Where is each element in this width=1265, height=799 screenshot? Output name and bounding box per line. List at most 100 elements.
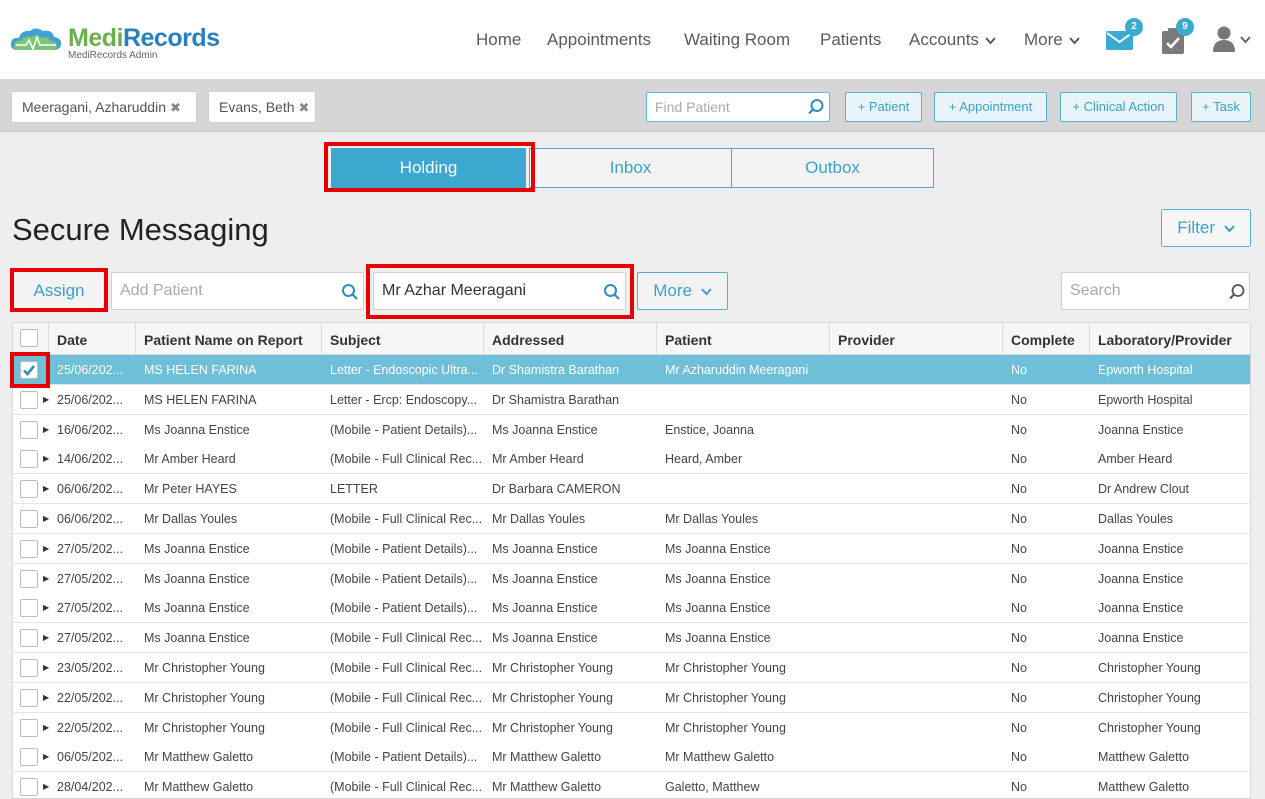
cell-patient: Mr Dallas Youles bbox=[665, 512, 759, 526]
row-checkbox[interactable] bbox=[20, 480, 38, 499]
row-checkbox[interactable] bbox=[20, 510, 38, 528]
column-header-laboratory-provider[interactable]: Laboratory/Provider bbox=[1090, 323, 1250, 355]
messages-button[interactable]: 2 bbox=[1105, 18, 1143, 54]
table-row[interactable]: ▶ 16/06/202... Ms Joanna Enstice (Mobile - … bbox=[13, 414, 1250, 445]
column-header-subject[interactable]: Subject bbox=[322, 323, 484, 355]
row-checkbox[interactable] bbox=[20, 659, 38, 677]
table-row[interactable]: ▶ 06/05/202... Mr Matthew Galetto (Mobile -… bbox=[13, 742, 1250, 773]
cell-lab: Matthew Galetto bbox=[1098, 750, 1190, 765]
row-checkbox[interactable] bbox=[20, 569, 38, 588]
table-row[interactable]: ▶ 27/05/202... Ms Joanna Enstice (Mobile - … bbox=[13, 533, 1250, 564]
cell-date: 22/05/202... bbox=[57, 690, 124, 705]
table-row[interactable]: ▶ 06/06/202... Mr Peter HAYES LETTER Dr Barb… bbox=[13, 474, 1250, 505]
tasks-button[interactable]: 9 bbox=[1160, 18, 1194, 54]
table-row[interactable]: ▶ 14/06/202... Mr Amber Heard (Mobile - Ful… bbox=[13, 444, 1250, 475]
table-row[interactable]: ▶ 27/05/202... Ms Joanna Enstice (Mobile - … bbox=[13, 623, 1250, 654]
cell-name: Mr Dallas Youles bbox=[144, 512, 238, 526]
add-patient-input[interactable] bbox=[120, 273, 330, 309]
row-checkbox[interactable] bbox=[20, 539, 38, 558]
cell-complete: No bbox=[1011, 780, 1027, 795]
cell-subject: (Mobile - Full Clinical Rec... bbox=[330, 512, 483, 526]
column-header-provider[interactable]: Provider bbox=[830, 323, 1003, 355]
cell-lab: Joanna Enstice bbox=[1098, 422, 1184, 437]
table-row[interactable]: ▶ 23/05/202... Mr Christopher Young (Mobile… bbox=[13, 653, 1250, 683]
patient-tab-meeragani[interactable]: Meeragani, Azharuddin ✖ bbox=[11, 91, 197, 123]
cell-date: 27/05/202... bbox=[57, 541, 124, 556]
filter-button[interactable]: Filter bbox=[1161, 209, 1251, 247]
column-header-patient[interactable]: Patient bbox=[657, 323, 830, 355]
cell-name: Mr Christopher Young bbox=[144, 661, 265, 675]
search-icon[interactable] bbox=[807, 98, 825, 116]
search-icon[interactable] bbox=[341, 283, 359, 301]
cell-subject: (Mobile - Patient Details)... bbox=[330, 571, 478, 586]
cell-subject: (Mobile - Full Clinical Rec... bbox=[330, 720, 483, 735]
table-row[interactable]: 25/06/202... MS HELEN FARINA Letter - Endo… bbox=[13, 355, 1250, 385]
add-clinical-action-button[interactable]: + Clinical Action bbox=[1060, 92, 1177, 122]
nav-home[interactable]: Home bbox=[476, 30, 521, 50]
cell-date: 27/05/202... bbox=[57, 601, 124, 616]
cell-date: 27/05/202... bbox=[57, 631, 124, 646]
row-checkbox[interactable] bbox=[20, 361, 38, 379]
column-header-patient-name-on-report[interactable]: Patient Name on Report bbox=[136, 323, 322, 355]
table-row[interactable]: ▶ 27/05/202... Ms Joanna Enstice (Mobile - … bbox=[13, 593, 1250, 624]
column-header-addressed[interactable]: Addressed bbox=[484, 323, 657, 355]
select-all-checkbox[interactable] bbox=[20, 329, 38, 347]
cell-patient: Mr Christopher Young bbox=[665, 661, 786, 675]
row-checkbox[interactable] bbox=[20, 778, 38, 797]
tab-outbox[interactable]: Outbox bbox=[731, 148, 934, 188]
table-row[interactable]: ▶ 25/06/202... MS HELEN FARINA Letter - Erc… bbox=[13, 384, 1250, 415]
cell-patient: Mr Christopher Young bbox=[665, 720, 786, 735]
cell-patient bbox=[657, 474, 830, 504]
row-checkbox[interactable] bbox=[20, 629, 38, 648]
cell-name: Mr Peter HAYES bbox=[144, 482, 237, 497]
close-icon[interactable]: ✖ bbox=[170, 100, 181, 115]
find-patient-input[interactable] bbox=[655, 93, 805, 121]
logo-subtitle: MediRecords Admin bbox=[68, 50, 158, 61]
search-icon[interactable] bbox=[603, 283, 621, 301]
nav-waiting-room[interactable]: Waiting Room bbox=[684, 30, 790, 50]
table-row[interactable]: ▶ 22/05/202... Mr Christopher Young (Mobile… bbox=[13, 682, 1250, 713]
assign-patient-box bbox=[373, 272, 626, 310]
search-icon[interactable] bbox=[1228, 283, 1246, 301]
cell-lab: Dallas Youles bbox=[1098, 512, 1174, 526]
nav-appointments[interactable]: Appointments bbox=[547, 30, 651, 50]
tab-inbox[interactable]: Inbox bbox=[529, 148, 732, 188]
row-checkbox[interactable] bbox=[20, 688, 38, 707]
add-appointment-button[interactable]: + Appointment bbox=[934, 92, 1047, 122]
nav-patients[interactable]: Patients bbox=[820, 30, 881, 50]
patient-tab-evans[interactable]: Evans, Beth ✖ bbox=[208, 91, 316, 123]
assign-patient-input[interactable] bbox=[382, 273, 592, 309]
cell-patient: Ms Joanna Enstice bbox=[665, 541, 771, 556]
table-row[interactable]: ▶ 27/05/202... Ms Joanna Enstice (Mobile - … bbox=[13, 563, 1250, 594]
row-checkbox[interactable] bbox=[20, 390, 38, 409]
cell-date: 28/04/202... bbox=[57, 780, 124, 795]
table-row[interactable]: ▶ 22/05/202... Mr Christopher Young (Mobile… bbox=[13, 712, 1250, 743]
cell-addressed: Mr Christopher Young bbox=[492, 690, 613, 705]
add-task-button[interactable]: + Task bbox=[1191, 92, 1251, 122]
user-menu-button[interactable] bbox=[1212, 24, 1254, 54]
nav-accounts[interactable]: Accounts bbox=[909, 30, 996, 50]
row-checkbox[interactable] bbox=[20, 718, 38, 737]
column-header-date[interactable]: Date bbox=[49, 323, 136, 355]
cell-patient: Mr Christopher Young bbox=[665, 690, 786, 705]
medirecords-logo[interactable]: MediRecords MediRecords Admin bbox=[10, 22, 220, 62]
row-checkbox[interactable] bbox=[20, 748, 38, 767]
row-checkbox[interactable] bbox=[20, 420, 38, 439]
tab-holding[interactable]: Holding bbox=[331, 148, 526, 188]
close-icon[interactable]: ✖ bbox=[299, 100, 310, 115]
cell-date: 06/06/202... bbox=[57, 512, 124, 526]
row-checkbox[interactable] bbox=[20, 599, 38, 618]
nav-more[interactable]: More bbox=[1024, 30, 1080, 50]
row-checkbox[interactable] bbox=[20, 450, 38, 469]
add-patient-button[interactable]: + Patient bbox=[845, 92, 922, 122]
more-actions-button[interactable]: More bbox=[637, 272, 728, 310]
search-input[interactable] bbox=[1070, 273, 1220, 309]
cell-lab: Christopher Young bbox=[1098, 661, 1201, 675]
column-header-complete[interactable]: Complete bbox=[1003, 323, 1090, 355]
cell-addressed: Dr Barbara CAMERON bbox=[492, 482, 621, 497]
table-row[interactable]: ▶ 28/04/202... Mr Matthew Galetto (Mobile -… bbox=[13, 772, 1250, 798]
assign-button[interactable]: Assign bbox=[15, 273, 103, 309]
cell-lab: Joanna Enstice bbox=[1098, 601, 1184, 616]
cell-name: Ms Joanna Enstice bbox=[144, 601, 250, 616]
table-row[interactable]: ▶ 06/06/202... Mr Dallas Youles (Mobile - F… bbox=[13, 504, 1250, 534]
